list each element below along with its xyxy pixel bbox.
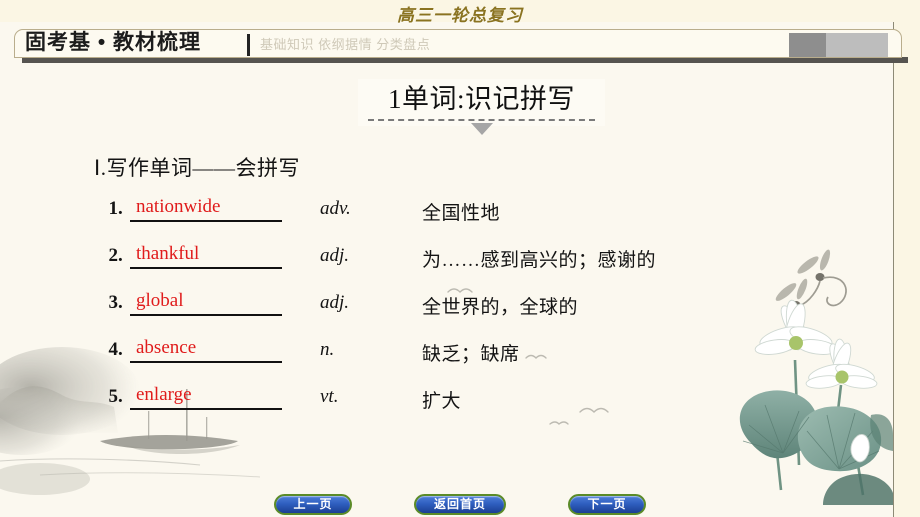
word-part-of-speech: adj.: [320, 292, 350, 313]
word-number-dot: .: [118, 339, 123, 360]
word-term: enlarge: [130, 384, 282, 410]
next-page-button[interactable]: 下一页: [568, 494, 646, 515]
word-number: 3: [108, 292, 119, 313]
word-row: 5 . enlarge vt. 扩大: [88, 384, 656, 431]
word-definition: 扩大: [422, 391, 462, 412]
header-divider: [247, 34, 250, 56]
word-number: 4: [108, 339, 119, 360]
prev-page-button[interactable]: 上一页: [274, 494, 352, 515]
dragonfly-pair-art: [775, 249, 847, 318]
word-definition: 为……感到高兴的；感谢的: [422, 250, 657, 271]
section-banner-label: 1单词:识记拼写: [387, 84, 575, 114]
word-number-dot: .: [118, 292, 123, 313]
home-button[interactable]: 返回首页: [414, 494, 506, 515]
word-number-dot: .: [118, 245, 123, 266]
header-progress-block-dark: [789, 33, 826, 57]
word-definition: 缺乏；缺席: [422, 344, 520, 365]
word-number: 2: [108, 245, 119, 266]
word-row: 1 . nationwide adv. 全国性地: [88, 196, 656, 243]
header-main-label: 固考基 • 教材梳理: [25, 31, 202, 54]
word-part-of-speech: adj.: [320, 245, 350, 266]
word-list: 1 . nationwide adv. 全国性地 2 . thankful ad…: [88, 196, 656, 431]
word-term: absence: [130, 337, 282, 363]
footer-navigation: 上一页 返回首页 下一页: [0, 494, 920, 515]
lotus-illustration-art: [739, 299, 893, 505]
word-number-dot: .: [118, 386, 123, 407]
word-row: 3 . global adj. 全世界的，全球的: [88, 290, 656, 337]
word-definition: 全国性地: [422, 203, 501, 224]
section-heading: Ⅰ.写作单词——会拼写: [94, 156, 300, 180]
word-number-dot: .: [118, 198, 123, 219]
header-sub-label: 基础知识 依纲据情 分类盘点: [260, 37, 431, 52]
word-term: nationwide: [130, 196, 282, 222]
word-row: 2 . thankful adj. 为……感到高兴的；感谢的: [88, 243, 656, 290]
word-term: global: [130, 290, 282, 316]
header-progress-block-light: [826, 33, 888, 57]
banner-down-arrow-icon: [470, 123, 493, 135]
word-part-of-speech: vt.: [320, 386, 339, 407]
word-number: 1: [108, 198, 119, 219]
word-part-of-speech: adv.: [320, 198, 351, 219]
word-term: thankful: [130, 243, 282, 269]
header-box: 固考基 • 教材梳理 基础知识 依纲据情 分类盘点: [14, 29, 902, 58]
section-banner: 1单词:识记拼写: [358, 79, 605, 135]
slide-page: 高三一轮总复习 固考基 • 教材梳理 基础知识 依纲据情 分类盘点 1单词:识记…: [0, 0, 920, 517]
word-definition: 全世界的，全球的: [422, 297, 579, 318]
word-part-of-speech: n.: [320, 339, 335, 360]
header-bar: 固考基 • 教材梳理 基础知识 依纲据情 分类盘点: [14, 29, 908, 63]
banner-dashed-rule: [368, 119, 595, 121]
page-title: 高三一轮总复习: [397, 6, 523, 25]
word-row: 4 . absence n. 缺乏；缺席: [88, 337, 656, 384]
word-number: 5: [108, 386, 119, 407]
